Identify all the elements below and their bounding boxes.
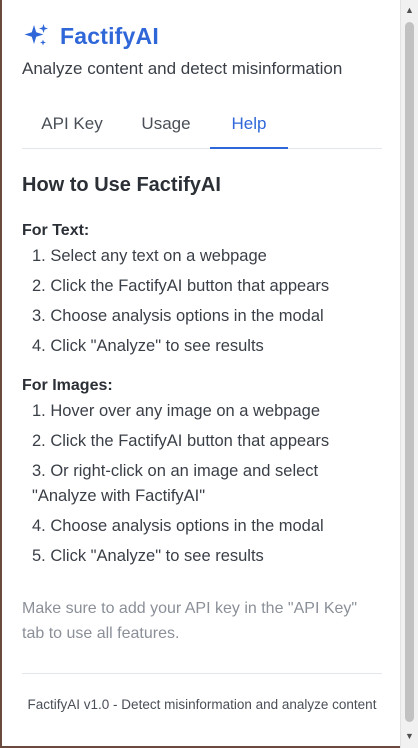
list-item: 4. Choose analysis options in the modal	[32, 517, 324, 535]
app-title: FactifyAI	[60, 22, 159, 49]
list-item: 4. Click "Analyze" to see results	[32, 337, 264, 355]
help-title: How to Use FactifyAI	[22, 174, 221, 196]
tab-bar: API Key Usage Help	[22, 104, 382, 149]
list-item: 1. Select any text on a webpage	[32, 247, 267, 265]
brand-header: FactifyAI	[22, 22, 159, 50]
footer-text: FactifyAI v1.0 - Detect misinformation a…	[27, 697, 377, 712]
list-item: 3. Choose analysis options in the modal	[32, 307, 324, 325]
scrollbar-thumb[interactable]	[405, 22, 414, 722]
footer-divider	[22, 673, 382, 674]
tab-help[interactable]: Help	[210, 104, 288, 149]
api-key-note: Make sure to add your API key in the "AP…	[22, 600, 358, 642]
scroll-down-arrow-icon[interactable]: ▼	[401, 728, 418, 744]
window-border-left	[0, 0, 2, 748]
text-section-heading: For Text:	[22, 222, 90, 239]
vertical-scrollbar[interactable]: ▲ ▼	[400, 0, 418, 748]
list-item: 5. Click "Analyze" to see results	[32, 547, 264, 565]
tab-usage[interactable]: Usage	[122, 104, 210, 148]
image-section-heading: For Images:	[22, 377, 113, 394]
list-item: 3. Or right-click on an image and select…	[32, 462, 319, 505]
sparkles-icon	[24, 24, 48, 46]
list-item: 1. Hover over any image on a webpage	[32, 402, 321, 420]
list-item: 2. Click the FactifyAI button that appea…	[32, 432, 330, 450]
text-steps-list: 1. Select any text on a webpage 2. Click…	[32, 244, 377, 359]
app-subtitle: Analyze content and detect misinformatio…	[22, 59, 343, 78]
tab-api-key[interactable]: API Key	[22, 104, 122, 148]
list-item: 2. Click the FactifyAI button that appea…	[32, 277, 330, 295]
image-steps-list: 1. Hover over any image on a webpage 2. …	[32, 399, 377, 569]
scroll-up-arrow-icon[interactable]: ▲	[401, 2, 418, 18]
